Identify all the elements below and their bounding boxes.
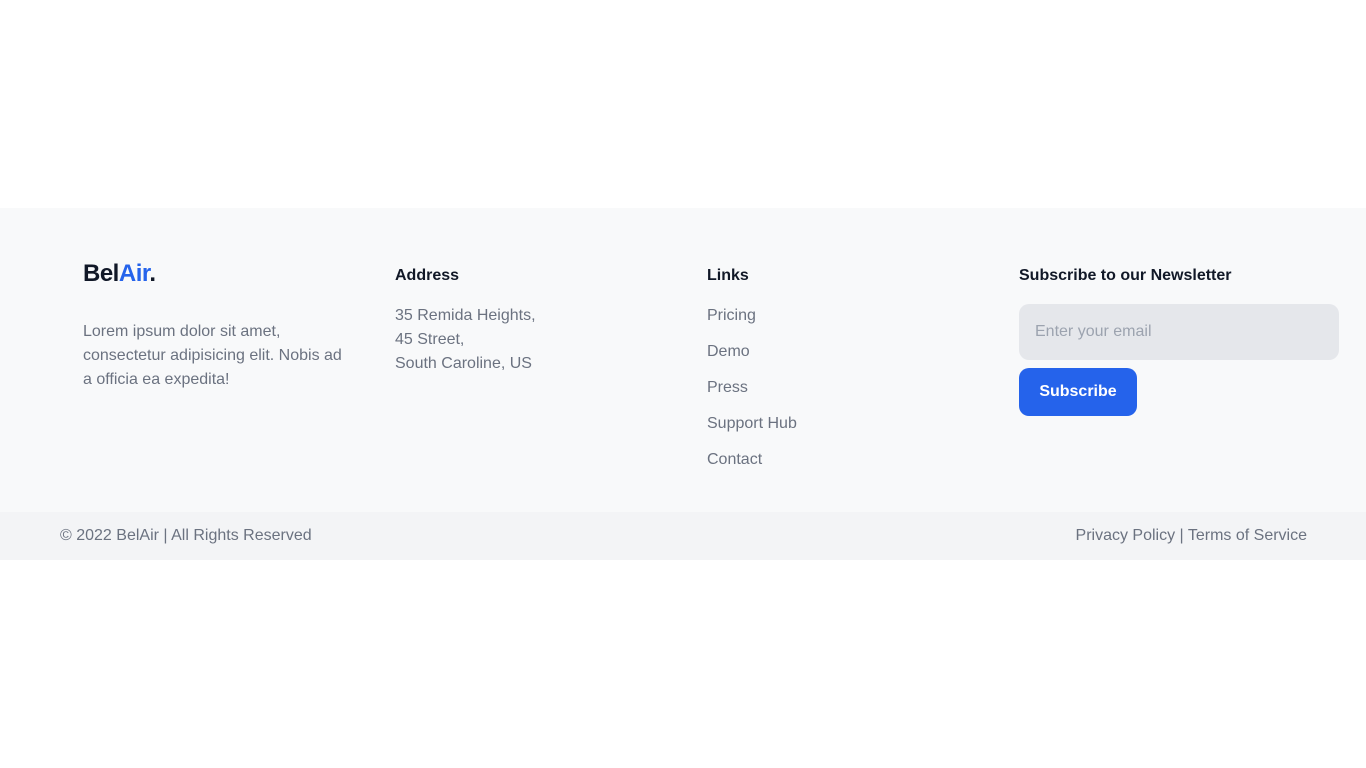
footer-link-press[interactable]: Press	[707, 376, 797, 400]
newsletter-email-input[interactable]	[1019, 304, 1339, 360]
brand-logo-part1: Bel	[83, 260, 119, 287]
copyright-text: © 2022 BelAir | All Rights Reserved	[60, 527, 312, 544]
address-line: 45 Street,	[395, 331, 465, 348]
footer-link-pricing[interactable]: Pricing	[707, 304, 797, 328]
address-block: 35 Remida Heights, 45 Street, South Caro…	[395, 304, 536, 376]
brand-description: Lorem ipsum dolor sit amet, consectetur …	[83, 323, 342, 388]
page-blank-area	[0, 0, 1366, 208]
legal-links: Privacy Policy | Terms of Service	[1076, 526, 1307, 546]
address-line: South Caroline, US	[395, 355, 532, 372]
footer: BelAir. Lorem ipsum dolor sit amet, cons…	[0, 208, 1366, 512]
address-heading: Address	[395, 267, 460, 284]
privacy-policy-link[interactable]: Privacy Policy	[1076, 527, 1176, 544]
subscribe-button[interactable]: Subscribe	[1019, 368, 1137, 416]
brand-logo-accent: Air	[118, 260, 150, 287]
links-heading: Links	[707, 267, 749, 284]
legal-separator: |	[1175, 527, 1188, 544]
brand-logo-dot: .	[149, 260, 156, 287]
footer-link-demo[interactable]: Demo	[707, 340, 797, 364]
links-list: Pricing Demo Press Support Hub Contact	[707, 304, 797, 484]
terms-of-service-link[interactable]: Terms of Service	[1188, 527, 1307, 544]
newsletter-heading: Subscribe to our Newsletter	[1019, 267, 1232, 284]
footer-link-support-hub[interactable]: Support Hub	[707, 412, 797, 436]
footer-link-contact[interactable]: Contact	[707, 448, 797, 472]
brand-logo[interactable]: BelAir.	[83, 260, 156, 288]
footer-bottom-bar: © 2022 BelAir | All Rights Reserved Priv…	[0, 512, 1366, 560]
address-line: 35 Remida Heights,	[395, 307, 536, 324]
